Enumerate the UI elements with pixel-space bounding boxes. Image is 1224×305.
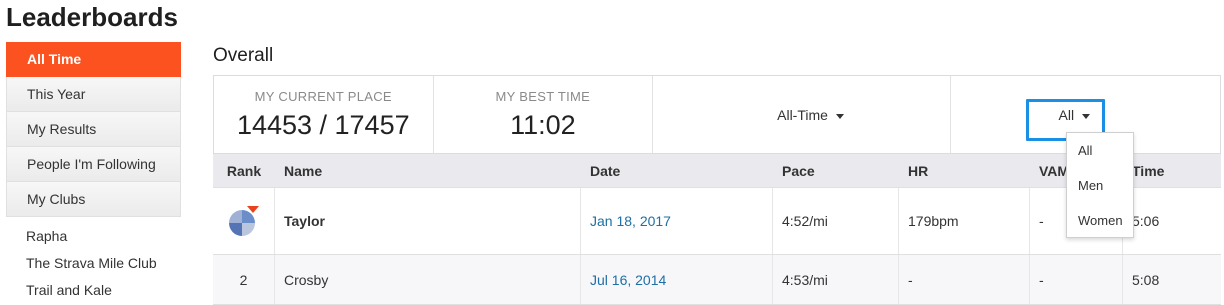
header-rank[interactable]: Rank: [213, 154, 275, 187]
time-filter-cell: All-Time: [653, 76, 951, 153]
time-cell: 5:08: [1132, 271, 1160, 288]
caret-down-icon: [835, 113, 844, 119]
pace-cell: 4:52/mi: [773, 188, 899, 254]
pace-cell: 4:53/mi: [773, 255, 899, 304]
club-link-rapha[interactable]: Rapha: [6, 223, 181, 250]
athlete-name[interactable]: Crosby: [275, 255, 581, 304]
sidebar-tab-my-results[interactable]: My Results: [6, 112, 181, 147]
club-link-trail-and-kale[interactable]: Trail and Kale: [6, 277, 181, 304]
activity-date-link[interactable]: Jan 18, 2017: [590, 213, 671, 229]
sidebar-tab-people-following[interactable]: People I'm Following: [6, 147, 181, 182]
athlete-name[interactable]: Taylor: [275, 188, 581, 254]
rank-cell: 2: [213, 255, 275, 304]
vam-cell: -: [1030, 255, 1123, 304]
gender-option-women[interactable]: Women: [1067, 203, 1133, 238]
header-name[interactable]: Name: [275, 154, 581, 187]
header-date[interactable]: Date: [581, 154, 773, 187]
crown-badge-icon: [246, 206, 259, 213]
sidebar: All Time This Year My Results People I'm…: [6, 42, 181, 304]
time-cell: 5:06: [1132, 213, 1160, 229]
time-filter-label: All-Time: [777, 107, 828, 123]
header-pace[interactable]: Pace: [773, 154, 899, 187]
header-time[interactable]: Time: [1123, 154, 1221, 187]
hr-cell: 179bpm: [899, 188, 1030, 254]
page-title: Leaderboards: [6, 2, 178, 32]
time-filter-dropdown[interactable]: All-Time: [777, 107, 844, 123]
date-cell: Jan 18, 2017: [581, 188, 773, 254]
avatar-image: [228, 210, 255, 236]
sidebar-tab-this-year[interactable]: This Year: [6, 77, 181, 112]
club-link-strava-mile-club[interactable]: The Strava Mile Club: [6, 250, 181, 277]
hr-cell: -: [899, 255, 1030, 304]
activity-date-link[interactable]: Jul 16, 2014: [590, 272, 666, 288]
date-cell: Jul 16, 2014: [581, 255, 773, 304]
gender-filter-label: All: [1058, 107, 1075, 123]
gender-option-all[interactable]: All: [1067, 133, 1133, 168]
gender-filter-dropdown[interactable]: All: [1059, 107, 1091, 123]
gender-filter-menu: All Men Women: [1066, 132, 1134, 238]
best-time-value: 11:02: [510, 110, 576, 140]
sidebar-tab-all-time[interactable]: All Time: [6, 42, 181, 77]
rank-cell: [213, 188, 275, 254]
current-place-value: 14453 / 17457: [236, 110, 410, 140]
current-place-stat: MY CURRENT PLACE 14453 / 17457: [214, 76, 434, 153]
gender-option-men[interactable]: Men: [1067, 168, 1133, 203]
current-place-label: MY CURRENT PLACE: [254, 89, 392, 104]
section-title: Overall: [213, 45, 274, 66]
header-hr[interactable]: HR: [899, 154, 1030, 187]
best-time-stat: MY BEST TIME 11:02: [434, 76, 654, 153]
table-row: 2 Crosby Jul 16, 2014 4:53/mi - - 5:08: [213, 255, 1221, 305]
caret-down-icon: [1082, 113, 1091, 119]
avatar[interactable]: [228, 206, 259, 236]
best-time-label: MY BEST TIME: [495, 89, 591, 104]
sidebar-tab-my-clubs[interactable]: My Clubs: [6, 182, 181, 217]
